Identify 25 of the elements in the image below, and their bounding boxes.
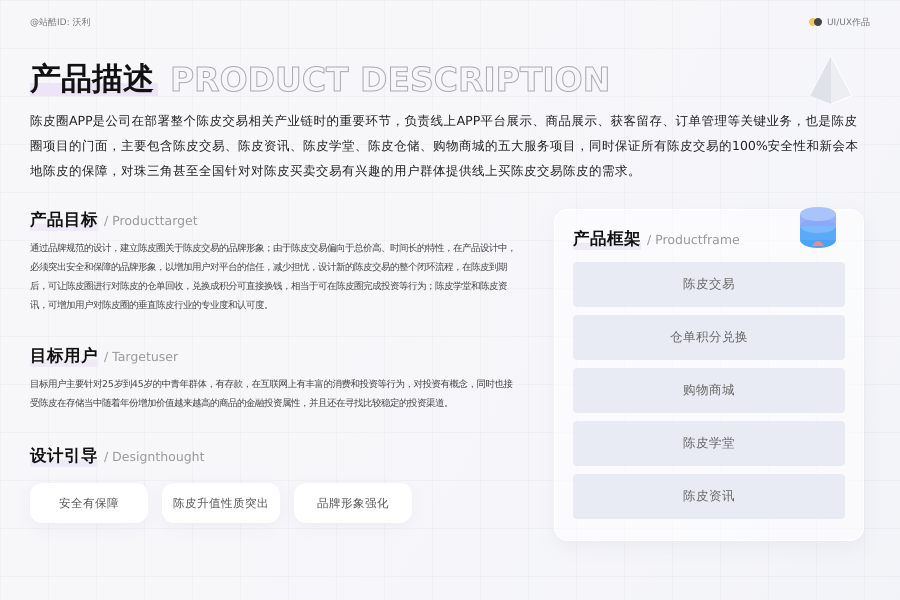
section-title: 产品目标 [30,209,98,232]
author-id: @站酷ID: 沃利 [30,16,90,28]
framework-item: 陈皮学堂 [573,421,845,466]
stacked-layers-icon [799,206,837,250]
section-paragraph: 通过品牌规范的设计，建立陈皮圈关于陈皮交易的品牌形象；由于陈皮交易偏向于总价高、时间长的特性，在产品设计中，必须突出安全和保障的品牌形象，以增加用户对平台的信任，减少担忧，设计新的陈皮交易的整个闭环流程，在陈皮到期后，可让陈皮圈进行对陈皮的仓单回收，兑换成积分可直接换钱，相当于可在陈皮圈完成投资等行为；陈皮学堂和陈皮资讯，可增加用户对陈皮圈的垂直陈皮行业的专业度和认可度。 [30,242,517,314]
section-subtitle: / Producttarget [104,213,198,228]
feature-tag: 陈皮升值性质突出 [162,483,280,524]
section-title: 设计引导 [30,445,98,468]
framework-item: 陈皮资讯 [573,474,845,520]
section-subtitle: / Targetuser [104,349,178,364]
toggle-dots-icon [808,18,822,26]
section-title: 目标用户 [30,345,98,368]
framework-subtitle: / Productframe [647,232,740,248]
page-title: 产品描述 [30,62,158,96]
framework-title: 产品框架 [573,228,641,250]
framework-item: 购物商城 [573,368,845,414]
outline-title: PRODUCT DESCRIPTION [170,63,610,96]
feature-tag: 安全有保障 [30,483,148,524]
section-subtitle: / Designthought [104,449,204,464]
framework-item: 仓单积分兑换 [573,315,845,360]
section-paragraph: 目标用户主要针对25岁到45岁的中青年群体，有存款，在互联网上有丰富的消费和投资等行为，对投资有概念，同时也接受陈皮在存储当中随着年份增加价值越来越高的商品的金融投资属性，并且还在寻找比较稳定的投资渠道。 [30,378,514,412]
works-tag: UI/UX作品 [826,16,870,28]
framework-item: 陈皮交易 [573,262,845,308]
feature-tag: 品牌形象强化 [294,483,412,524]
intro-paragraph: 陈皮圈APP是公司在部署整个陈皮交易相关产业链时的重要环节，负责线上APP平台展示、商品展示、获客留存、订单管理等关键业务，也是陈皮圈项目的门面，主要包含陈皮交易、陈皮资讯、陈皮学堂、陈皮仓储、购物商城的五大服务项目，同时保证所有陈皮交易的100%安全性和新会本地陈皮的保障，对珠三角甚至全国针对对陈皮买卖交易有兴趣的用户群体提供线上买陈皮交易陈皮的需求。 [30,112,860,180]
